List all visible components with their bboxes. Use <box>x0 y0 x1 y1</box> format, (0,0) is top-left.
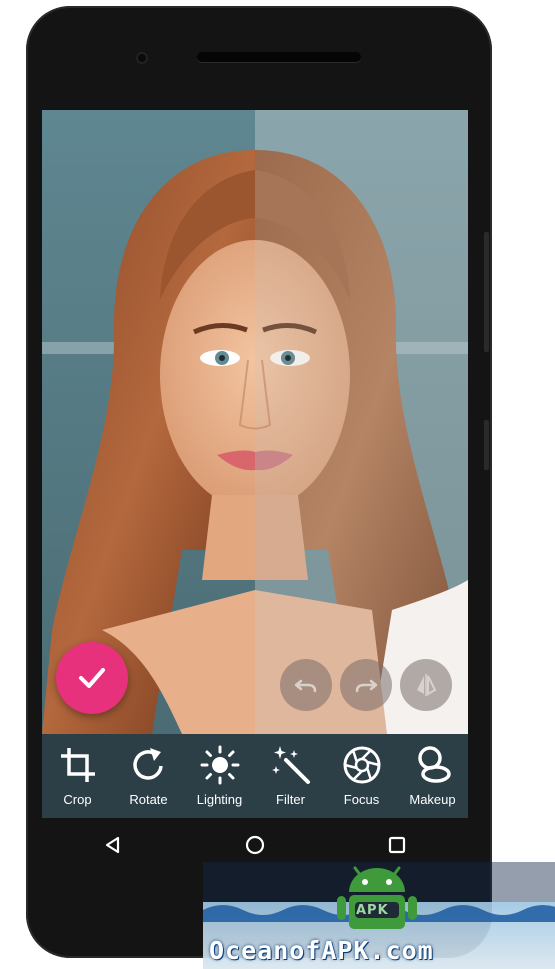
compare-icon <box>417 674 437 696</box>
tool-crop[interactable]: Crop <box>42 734 113 818</box>
tool-focus-label: Focus <box>343 792 380 807</box>
checkmark-icon <box>79 668 105 688</box>
page: Crop Rotate Lighting Filter Focus Makeup… <box>0 0 555 969</box>
tool-makeup-label: Makeup <box>409 792 456 807</box>
recents-square-icon <box>388 836 406 854</box>
home-circle-icon <box>245 835 265 855</box>
undo-icon <box>294 679 317 693</box>
magic-wand-icon <box>271 746 310 784</box>
nav-recents-button[interactable] <box>377 825 417 865</box>
tool-rotate-label: Rotate <box>129 792 168 807</box>
undo-button[interactable] <box>280 659 332 711</box>
edited-photo[interactable] <box>42 110 468 734</box>
tool-makeup[interactable]: Makeup <box>397 734 468 818</box>
crop-icon <box>60 748 95 782</box>
redo-button[interactable] <box>340 659 392 711</box>
back-triangle-icon <box>105 836 120 854</box>
edit-toolbar: Crop Rotate Lighting Filter Focus Makeup <box>42 734 468 818</box>
app-screen: Crop Rotate Lighting Filter Focus Makeup <box>42 110 468 818</box>
redo-icon <box>355 679 378 693</box>
compare-button[interactable] <box>400 659 452 711</box>
watermark-text: OceanofAPK.com <box>209 936 434 965</box>
tool-focus[interactable]: Focus <box>326 734 397 818</box>
tool-rotate[interactable]: Rotate <box>113 734 184 818</box>
watermark: APK OceanofAPK.com <box>203 862 555 969</box>
tool-crop-label: Crop <box>63 792 92 807</box>
aperture-icon <box>343 746 380 784</box>
rotate-icon <box>132 748 163 780</box>
tool-filter[interactable]: Filter <box>255 734 326 818</box>
confirm-button[interactable] <box>56 642 128 714</box>
tool-lighting-label: Lighting <box>196 792 243 807</box>
watermark-logo-text: APK <box>356 903 389 918</box>
volume-button <box>484 232 489 352</box>
nav-home-button[interactable] <box>235 825 275 865</box>
nav-back-button[interactable] <box>93 825 133 865</box>
makeup-icon <box>417 746 451 783</box>
earpiece-speaker <box>197 52 361 62</box>
android-logo-icon <box>337 866 417 929</box>
tool-lighting[interactable]: Lighting <box>184 734 255 818</box>
front-camera <box>136 52 148 64</box>
lighting-icon <box>200 745 239 785</box>
tool-filter-label: Filter <box>276 792 305 807</box>
power-button <box>484 420 489 470</box>
